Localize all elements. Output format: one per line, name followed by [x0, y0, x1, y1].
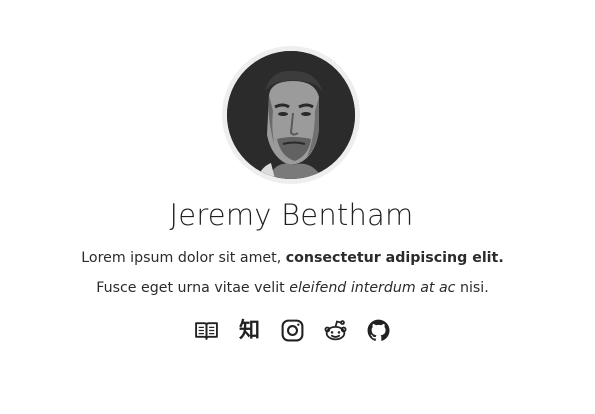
bio-bold-text: consectetur adipiscing elit. — [285, 250, 504, 266]
zhihu-link[interactable]: 知 — [237, 318, 262, 343]
book-icon — [195, 322, 218, 340]
bio-italic-text: eleifend interdum at ac — [289, 280, 456, 296]
github-icon — [367, 319, 390, 341]
social-links: 知 — [0, 318, 585, 343]
bio-text: nisi. — [455, 280, 489, 296]
bio-text: Fusce eget urna vitae velit — [96, 280, 290, 296]
avatar — [227, 51, 355, 179]
profile-card: Jeremy Bentham Lorem ipsum dolor sit ame… — [0, 0, 595, 414]
avatar-portrait-image — [227, 51, 355, 179]
zhihu-icon: 知 — [239, 318, 260, 342]
book-link[interactable] — [194, 318, 219, 343]
github-link[interactable] — [366, 318, 391, 343]
bio-text: Lorem ipsum dolor sit amet, — [81, 250, 286, 266]
profile-name: Jeremy Bentham — [169, 198, 414, 232]
bio-line-1: Lorem ipsum dolor sit amet, consectetur … — [0, 247, 585, 269]
avatar-ring — [222, 46, 360, 184]
reddit-link[interactable] — [323, 318, 348, 343]
bio-line-2: Fusce eget urna vitae velit eleifend int… — [0, 277, 585, 299]
instagram-link[interactable] — [280, 318, 305, 343]
reddit-icon — [324, 320, 347, 341]
instagram-icon — [281, 319, 304, 342]
